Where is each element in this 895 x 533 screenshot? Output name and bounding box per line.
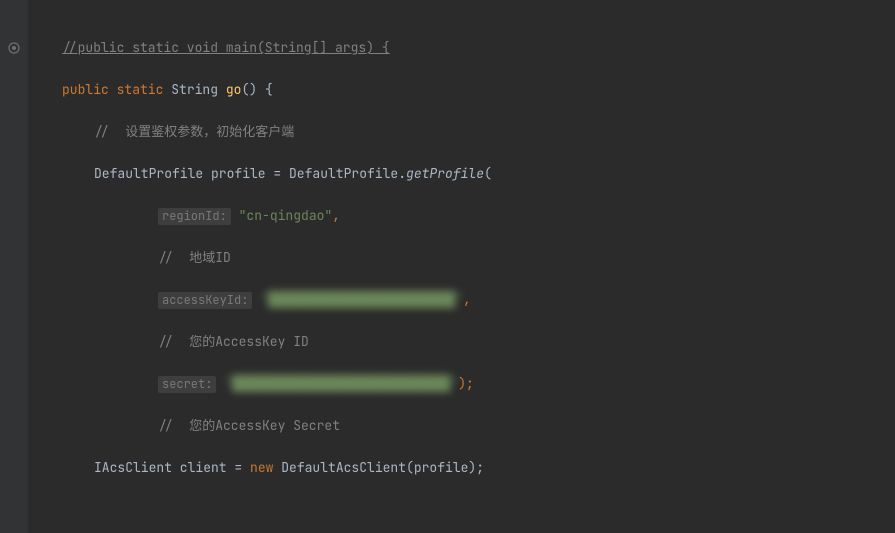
string-literal-redacted: "████████████████████████████"	[216, 375, 458, 392]
method-call: getProfile	[406, 165, 484, 182]
keyword: static	[117, 81, 172, 98]
override-gutter-icon[interactable]	[8, 42, 20, 54]
code-text: DefaultAcsClient(profile);	[281, 459, 484, 476]
code-text: (	[484, 165, 492, 182]
param-hint: accessKeyId:	[158, 292, 252, 309]
method-name: go	[226, 81, 242, 98]
code-comment: // 您的AccessKey ID	[158, 333, 309, 350]
code-comment: //public static void main(String[] args)…	[62, 39, 390, 56]
code-text: () {	[241, 81, 272, 98]
type: String	[171, 81, 226, 98]
code-editor[interactable]: //public static void main(String[] args)…	[0, 0, 895, 533]
punct: );	[458, 375, 474, 392]
gutter	[0, 0, 28, 533]
punct: ,	[332, 207, 340, 224]
param-hint: regionId:	[158, 208, 231, 225]
code-text: IAcsClient client =	[94, 459, 250, 476]
code-area[interactable]: //public static void main(String[] args)…	[30, 16, 882, 533]
code-comment: // 您的AccessKey Secret	[158, 417, 340, 434]
string-literal-redacted: "████████████████████████"	[252, 291, 463, 308]
punct: ,	[463, 291, 471, 308]
keyword: public	[62, 81, 117, 98]
param-hint: secret:	[158, 376, 216, 393]
code-comment: // 设置鉴权参数，初始化客户端	[94, 123, 294, 140]
code-comment: // 地域ID	[158, 249, 231, 266]
code-text: DefaultProfile profile = DefaultProfile.	[94, 165, 406, 182]
string-literal: "cn-qingdao"	[231, 207, 332, 224]
keyword: new	[250, 459, 281, 476]
